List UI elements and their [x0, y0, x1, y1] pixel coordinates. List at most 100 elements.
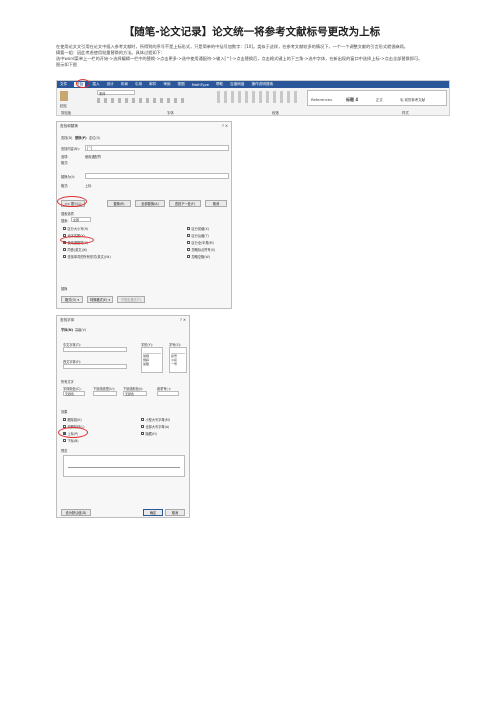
search-label: 搜索:: [61, 219, 69, 223]
font-color-select[interactable]: 无颜色: [63, 391, 85, 396]
paste-icon[interactable]: [60, 91, 68, 101]
tab-mailings[interactable]: 邮件: [149, 82, 156, 87]
style-ref[interactable]: 毛-前的参考文献: [400, 97, 425, 102]
checkbox-all-caps[interactable]: 全部大写字母(A): [141, 424, 169, 429]
tab-insert[interactable]: 插入: [92, 82, 99, 87]
format-button[interactable]: 格式(O) ▾: [61, 296, 83, 303]
style-bold[interactable]: 加粗: [143, 362, 161, 366]
ribbon-body: 粘贴 剪贴板 宋体 字体 段落 References 标题 4 正文 毛-前的参…: [57, 88, 449, 116]
preview-box: [63, 455, 185, 477]
font-dialog-title: 查找字体: [60, 318, 75, 322]
replace-input[interactable]: [85, 173, 229, 179]
dialog-titlebar: 查找和替换 ? ✕: [57, 122, 231, 130]
tab-view[interactable]: 视图: [178, 82, 185, 87]
special-button[interactable]: 特殊格式(E) ▾: [87, 296, 113, 303]
cjk-font-select[interactable]: [63, 347, 127, 352]
intro-text: 在使用论文文引用在论文中插入参考文献时，所得到的序号不是上标形式，只是简单的中括…: [56, 44, 408, 49]
tab-find[interactable]: 查找(D): [61, 135, 72, 140]
tab-file[interactable]: 文件: [60, 82, 67, 87]
font-style-list[interactable]: 常规 倾斜 加粗: [141, 347, 163, 373]
replace-all-button[interactable]: 全部替换(A): [135, 200, 165, 207]
highlight-circle-less: [57, 196, 87, 207]
no-formatting-button[interactable]: 不限定格式(T): [117, 296, 145, 303]
style-normal[interactable]: 正文: [376, 97, 383, 102]
find-next-button[interactable]: 查找下一处(F): [169, 200, 201, 207]
tab-goto[interactable]: 定位(G): [89, 135, 100, 140]
find-input[interactable]: [^]: [85, 145, 229, 151]
search-options-heading: 搜索选项: [61, 212, 74, 216]
highlight-circle-wildcard: [60, 236, 94, 244]
tab-baidu[interactable]: 百度网盘: [230, 82, 244, 87]
tab-references[interactable]: 引用: [135, 82, 142, 87]
font-name-box[interactable]: 宋体: [97, 90, 135, 96]
font-size-list[interactable]: 初号 小初 一号: [169, 347, 187, 373]
style-references[interactable]: References: [311, 97, 332, 102]
ribbon-tab-bar: 文件 开始 插入 设计 布局 引用 邮件 审阅 视图 MathType 帮助 百…: [57, 81, 449, 88]
latin-font-select[interactable]: [63, 364, 127, 369]
checkbox-sounds-like[interactable]: 同音(英文)(K): [63, 247, 87, 252]
replace-button[interactable]: 替换(R): [107, 200, 131, 207]
find-label: 查找内容(N):: [61, 147, 80, 151]
figure-caption: 图示如下图: [56, 62, 77, 67]
options-label: 选项:: [61, 155, 69, 159]
checkbox-prefix[interactable]: 区分前缀(X): [187, 226, 209, 231]
checkbox-small-caps[interactable]: 小型大写字母(M): [141, 417, 170, 422]
steps-text: 选中word菜单上一栏的开始->选择编辑一栏中的替换->点击更多->选中使用通配…: [56, 56, 423, 61]
ok-button[interactable]: 确定: [143, 509, 163, 516]
intro-paragraph: 在使用论文文引用在论文中插入参考文献时，所得到的序号不是上标形式，只是简单的中括…: [56, 44, 452, 68]
cancel-button[interactable]: 取消: [165, 509, 185, 516]
group-clipboard: 剪贴板: [61, 111, 72, 115]
emphasis-select[interactable]: [157, 391, 179, 396]
close-icon[interactable]: ? ✕: [180, 318, 186, 322]
all-text-heading: 所有文字: [61, 380, 74, 384]
set-default-button[interactable]: 设为默认值(D): [61, 509, 91, 516]
checkbox-subscript[interactable]: 下标(B): [63, 438, 79, 443]
checkbox-match-case[interactable]: 区分大小写(H): [63, 226, 88, 231]
intro-text-2: 摘要一组：因此考虑使用批量替换的方法。具体过程如下：: [56, 50, 165, 55]
paragraph-buttons[interactable]: [217, 91, 297, 103]
underline-select[interactable]: [93, 391, 117, 396]
checkbox-punct[interactable]: 忽略标点符号(S): [187, 247, 215, 252]
font-dialog-titlebar: 查找字体 ? ✕: [57, 316, 189, 324]
tab-layout[interactable]: 布局: [121, 82, 128, 87]
find-replace-dialog: 查找和替换 ? ✕ 查找(D) 替换(P) 定位(G) 查找内容(N): [^]…: [56, 121, 232, 309]
style-heading4[interactable]: 标题 4: [346, 97, 358, 103]
replace-format-value: 上标: [85, 184, 92, 188]
tab-advanced[interactable]: 高级(V): [75, 327, 86, 332]
checkbox-strikethrough[interactable]: 删除线(K): [63, 417, 82, 422]
checkbox-hidden[interactable]: 隐藏(H): [141, 431, 157, 436]
tab-font[interactable]: 字体(N): [61, 327, 73, 332]
checkbox-suffix[interactable]: 区分后缀(T): [187, 233, 209, 238]
paste-label: 粘贴: [60, 104, 67, 108]
checkbox-width[interactable]: 区分全/半角(M): [187, 240, 214, 245]
dialog-title: 查找和替换: [60, 124, 78, 128]
tab-help[interactable]: 帮助: [216, 82, 223, 87]
font-format-buttons[interactable]: [97, 98, 187, 103]
underline-color-select[interactable]: 无颜色: [123, 391, 147, 396]
cancel-button[interactable]: 取消: [205, 200, 227, 207]
tab-mathtype[interactable]: MathType: [192, 83, 209, 87]
styles-gallery[interactable]: References 标题 4 正文 毛-前的参考文献: [307, 90, 447, 106]
tab-tell-me[interactable]: 操作说明搜索: [252, 82, 274, 87]
search-scope-select[interactable]: 全部: [71, 217, 91, 222]
article-title: 【随笔-论文记录】论文统一将参考文献标号更改为上标: [123, 26, 381, 38]
tab-review[interactable]: 审阅: [163, 82, 170, 87]
word-ribbon: 文件 开始 插入 设计 布局 引用 邮件 审阅 视图 MathType 帮助 百…: [56, 80, 450, 116]
tab-design[interactable]: 设计: [107, 82, 114, 87]
checkbox-word-forms[interactable]: 查找单词的所有形式(英文)(W): [63, 254, 111, 259]
size-item[interactable]: 一号: [171, 362, 185, 366]
replace-format-label: 格式:: [61, 184, 69, 188]
tab-replace[interactable]: 替换(P): [75, 135, 87, 140]
preview-heading: 预览: [61, 449, 68, 453]
replace-section-heading: 替换: [61, 287, 68, 291]
close-icon[interactable]: ? ✕: [222, 124, 228, 128]
highlight-circle-home: [76, 79, 90, 88]
checkbox-space[interactable]: 忽略空格(W): [187, 254, 210, 259]
format-label: 格式:: [61, 161, 69, 165]
highlight-circle-superscript: [58, 427, 88, 438]
group-font: 字体: [167, 111, 174, 115]
replace-label: 替换为(I):: [61, 175, 76, 179]
group-paragraph: 段落: [272, 111, 279, 115]
options-value: 使用通配符: [85, 155, 101, 159]
font-dialog: 查找字体 ? ✕ 字体(N) 高级(V) 中文字体(T): 字形(Y): 字号(…: [56, 315, 190, 518]
